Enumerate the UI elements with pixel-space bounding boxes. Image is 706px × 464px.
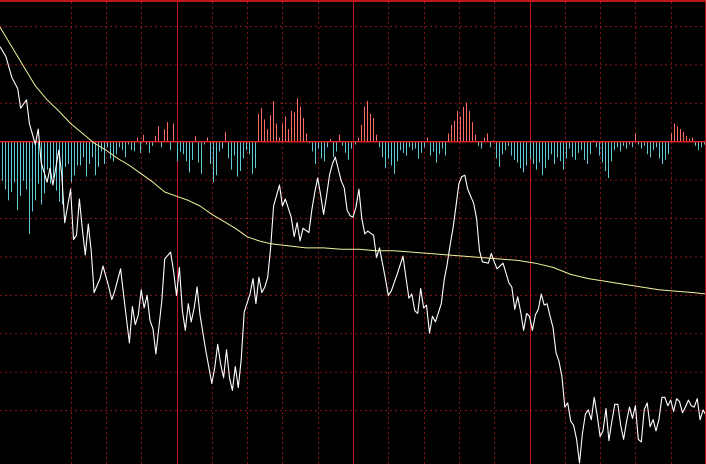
- chart-canvas: [0, 0, 706, 464]
- grid-layer: [0, 0, 706, 464]
- intraday-chart: [0, 0, 706, 464]
